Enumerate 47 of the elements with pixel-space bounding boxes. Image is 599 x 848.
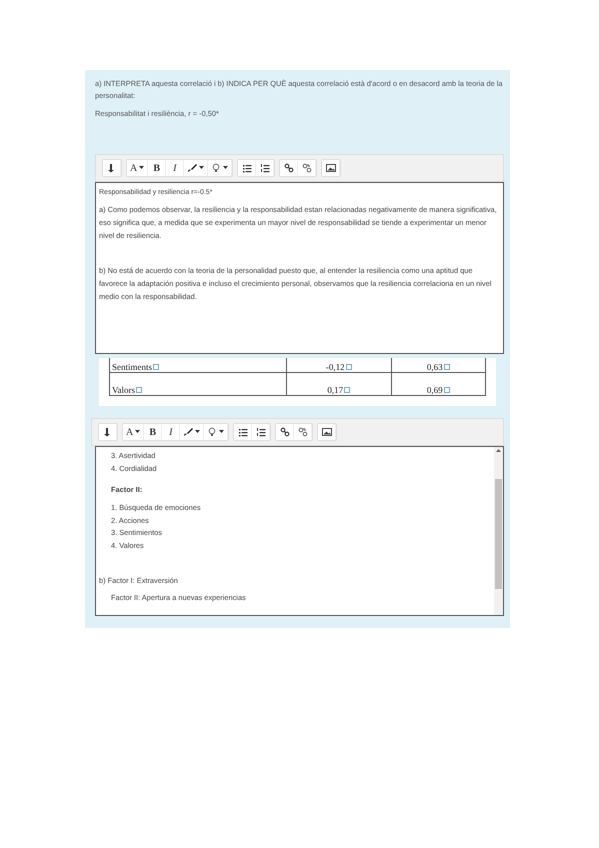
bullets-button[interactable] bbox=[238, 160, 256, 176]
unlink-icon bbox=[302, 163, 312, 173]
table-cell: 0,69 bbox=[391, 372, 486, 396]
cell-marker-icon bbox=[444, 387, 450, 393]
cell-marker-icon bbox=[346, 364, 352, 370]
bulb-icon bbox=[207, 427, 218, 437]
link-icon bbox=[280, 427, 290, 437]
font-button[interactable]: A bbox=[127, 160, 148, 176]
scroll-up-arrow-icon[interactable] bbox=[496, 447, 501, 455]
image-icon bbox=[322, 427, 332, 437]
arrow-down-icon bbox=[106, 163, 116, 173]
table-cell: 0,63 bbox=[391, 358, 486, 372]
cell-marker-icon bbox=[344, 387, 350, 393]
cell-marker-icon bbox=[444, 364, 450, 370]
caret-icon bbox=[219, 430, 224, 434]
bullets-button[interactable] bbox=[234, 424, 252, 440]
bulleted-list-icon bbox=[238, 427, 248, 437]
unlink-icon bbox=[298, 427, 308, 437]
table-cell: Sentiments bbox=[110, 358, 286, 372]
image-button[interactable] bbox=[322, 160, 340, 176]
link-button[interactable] bbox=[280, 160, 298, 176]
image-icon bbox=[326, 163, 336, 173]
link-button[interactable] bbox=[276, 424, 294, 440]
caret-icon bbox=[139, 166, 144, 170]
collapse-button[interactable] bbox=[103, 160, 121, 176]
arrow-down-icon bbox=[102, 427, 112, 437]
numbered-list-icon bbox=[260, 163, 270, 173]
text-editor[interactable] bbox=[95, 182, 504, 354]
brush-icon bbox=[183, 427, 194, 437]
caret-icon bbox=[135, 430, 140, 434]
brush-icon bbox=[187, 163, 198, 173]
table-cell: 0,17 bbox=[286, 372, 392, 396]
caret-icon bbox=[199, 166, 204, 170]
numbered-list-icon bbox=[256, 427, 266, 437]
bulb-icon bbox=[211, 163, 222, 173]
caret-icon bbox=[195, 430, 200, 434]
cell-marker-icon bbox=[153, 364, 159, 370]
collapse-button[interactable] bbox=[99, 424, 117, 440]
link-icon bbox=[284, 163, 294, 173]
bulleted-list-icon bbox=[242, 163, 252, 173]
table-cell: Valors bbox=[110, 372, 286, 396]
cell-marker-icon bbox=[136, 387, 142, 393]
caret-icon bbox=[223, 166, 228, 170]
font-button[interactable]: A bbox=[123, 424, 144, 440]
scrollbar[interactable] bbox=[494, 447, 503, 615]
table-cell: -0,12 bbox=[286, 358, 392, 372]
image-button[interactable] bbox=[318, 424, 336, 440]
